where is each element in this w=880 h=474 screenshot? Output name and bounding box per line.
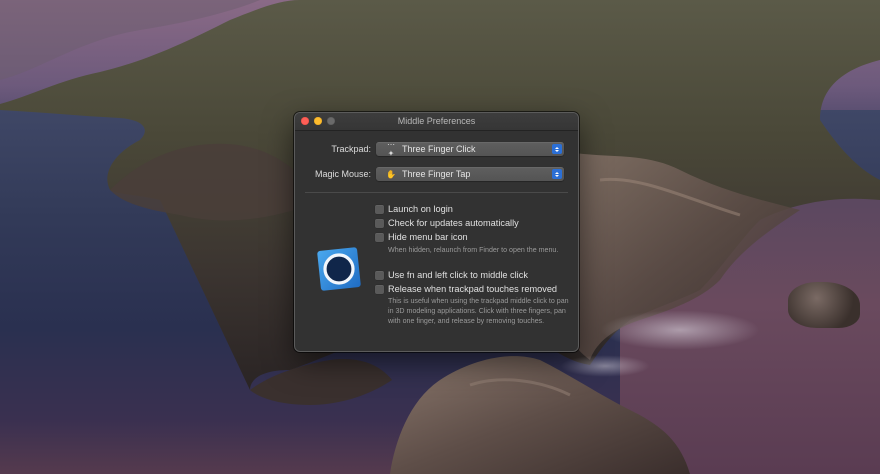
hide-menu-bar-help-text: When hidden, relaunch from Finder to ope… <box>388 246 559 254</box>
hide-menu-bar-icon-checkbox[interactable]: Hide menu bar icon <box>375 231 468 243</box>
trackpad-gesture-icon: ⋯✦ <box>387 140 395 158</box>
checkbox[interactable] <box>375 218 384 228</box>
trackpad-popup[interactable]: ⋯✦ Three Finger Click <box>376 140 564 158</box>
preferences-window: Middle Preferences Trackpad: ⋯✦ Three Fi… <box>294 112 579 352</box>
magic-mouse-value: Three Finger Tap <box>402 169 471 179</box>
check-updates-checkbox[interactable]: Check for updates automatically <box>375 217 519 229</box>
sea-foam <box>600 310 760 350</box>
checkbox[interactable] <box>375 232 384 242</box>
chevron-updown-icon <box>552 169 562 179</box>
release-trackpad-help-text: This is useful when using the trackpad m… <box>388 297 569 325</box>
sea-foam <box>560 355 650 377</box>
middle-app-icon <box>317 247 361 291</box>
trackpad-label: Trackpad: <box>331 144 371 154</box>
use-fn-checkbox[interactable]: Use fn and left click to middle click <box>375 269 528 281</box>
use-fn-label: Use fn and left click to middle click <box>388 270 528 280</box>
title-bar[interactable]: Middle Preferences <box>295 113 578 131</box>
divider <box>305 192 568 193</box>
trackpad-value: Three Finger Click <box>402 144 476 154</box>
magic-mouse-popup[interactable]: ✋ Three Finger Tap <box>376 167 564 181</box>
checkbox[interactable] <box>375 270 384 280</box>
chevron-updown-icon <box>552 144 562 154</box>
launch-on-login-checkbox[interactable]: Launch on login <box>375 203 453 215</box>
magic-mouse-label: Magic Mouse: <box>314 169 371 179</box>
release-trackpad-label: Release when trackpad touches removed <box>388 284 558 294</box>
checkbox[interactable] <box>375 284 384 294</box>
check-updates-label: Check for updates automatically <box>388 218 519 228</box>
sea-rock <box>788 282 860 328</box>
launch-on-login-label: Launch on login <box>388 204 453 214</box>
window-title: Middle Preferences <box>397 116 476 126</box>
hide-menu-bar-icon-label: Hide menu bar icon <box>388 232 468 242</box>
release-trackpad-checkbox[interactable]: Release when trackpad touches removed <box>375 283 557 295</box>
checkbox[interactable] <box>375 204 384 214</box>
hand-icon: ✋ <box>386 169 396 179</box>
